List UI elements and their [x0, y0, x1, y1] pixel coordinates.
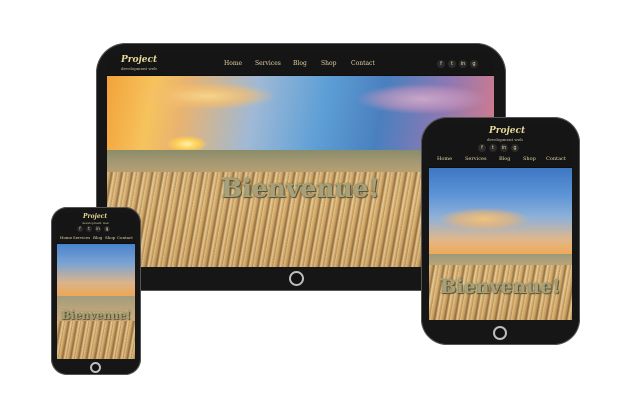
tablet-brand-tagline: development web — [487, 137, 523, 142]
desktop-brand-tagline: development web — [121, 66, 157, 71]
tablet-nav-home[interactable]: Home — [437, 156, 452, 162]
phone-twitter-icon[interactable]: t — [86, 226, 92, 232]
phone-hero-sky — [57, 244, 135, 299]
desktop-navbar: Project development web Home Services Bl… — [107, 53, 494, 75]
desktop-hero-cloud — [137, 82, 277, 110]
tablet-hero-cloud — [439, 208, 529, 230]
tablet-hero-image: Bienvenue! — [429, 168, 572, 320]
phone-brand-logo[interactable]: Project — [83, 213, 107, 220]
phone-hero-wheat — [57, 321, 135, 359]
desktop-brand-logo[interactable]: Project — [121, 55, 157, 65]
desktop-hero-cloud-2 — [357, 84, 487, 114]
phone-device-frame: Project development web f t in g Home Se… — [51, 207, 141, 375]
tablet-brand-logo[interactable]: Project — [489, 126, 525, 136]
desktop-facebook-icon[interactable]: f — [437, 60, 445, 68]
tablet-twitter-icon[interactable]: t — [489, 144, 497, 152]
phone-navbar: Project development web f t in g Home Se… — [57, 213, 135, 243]
tablet-nav-contact[interactable]: Contact — [546, 156, 566, 162]
tablet-nav-services[interactable]: Services — [465, 156, 487, 162]
phone-hero-image: Bienvenue! — [57, 244, 135, 359]
tablet-navbar: Project development web f t in g Home Se… — [429, 125, 572, 167]
phone-linkedin-icon[interactable]: in — [95, 226, 101, 232]
phone-welcome-heading: Bienvenue! — [61, 309, 131, 322]
phone-nav-services[interactable]: Services — [73, 235, 90, 240]
phone-nav-contact[interactable]: Contact — [117, 235, 133, 240]
tablet-nav-shop[interactable]: Shop — [523, 156, 536, 162]
desktop-linkedin-icon[interactable]: in — [459, 60, 467, 68]
tablet-device-frame: Project development web f t in g Home Se… — [421, 117, 580, 345]
desktop-nav-services[interactable]: Services — [255, 60, 281, 67]
phone-nav-home[interactable]: Home — [60, 235, 72, 240]
phone-brand-tagline: development web — [82, 221, 109, 225]
phone-nav-blog[interactable]: Blog — [93, 235, 102, 240]
desktop-nav-shop[interactable]: Shop — [321, 60, 336, 67]
tablet-welcome-heading: Bienvenue! — [440, 276, 561, 298]
phone-google-icon[interactable]: g — [104, 226, 110, 232]
tablet-google-icon[interactable]: g — [511, 144, 519, 152]
tablet-home-button[interactable] — [493, 326, 507, 340]
tablet-facebook-icon[interactable]: f — [478, 144, 486, 152]
phone-facebook-icon[interactable]: f — [77, 226, 83, 232]
tablet-screen: Project development web f t in g Home Se… — [429, 125, 572, 320]
desktop-google-icon[interactable]: g — [470, 60, 478, 68]
desktop-nav-contact[interactable]: Contact — [351, 60, 375, 67]
phone-screen: Project development web f t in g Home Se… — [57, 213, 135, 359]
phone-home-button[interactable] — [90, 362, 101, 373]
desktop-nav-blog[interactable]: Blog — [293, 60, 307, 67]
tablet-linkedin-icon[interactable]: in — [500, 144, 508, 152]
desktop-home-button[interactable] — [289, 271, 304, 286]
phone-nav-shop[interactable]: Shop — [105, 235, 115, 240]
desktop-nav-home[interactable]: Home — [224, 60, 242, 67]
tablet-nav-blog[interactable]: Blog — [499, 156, 510, 162]
desktop-twitter-icon[interactable]: t — [448, 60, 456, 68]
